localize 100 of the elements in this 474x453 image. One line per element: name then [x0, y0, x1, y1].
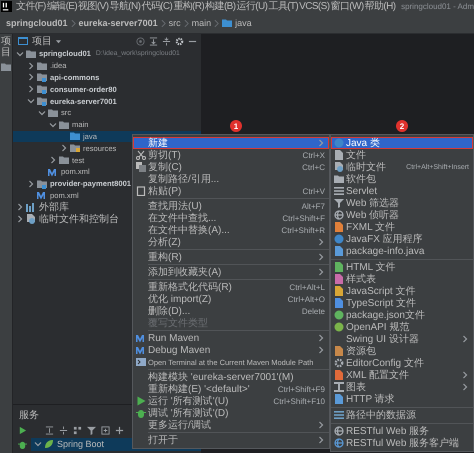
- chevron-right-icon[interactable]: [49, 156, 57, 164]
- menu-item[interactable]: Run Maven: [133, 332, 329, 344]
- menu-item[interactable]: 重新构建(E) '<default>' Ctrl+Shift+F9: [133, 383, 329, 395]
- breadcrumb-item[interactable]: java: [235, 18, 252, 28]
- menu-item[interactable]: Web 侦听器: [331, 209, 473, 221]
- collapse-all-icon[interactable]: [162, 36, 171, 46]
- chevron-right-icon[interactable]: [317, 253, 325, 261]
- chevron-right-icon[interactable]: [317, 421, 325, 429]
- chevron-down-icon[interactable]: [38, 108, 46, 117]
- menu-item[interactable]: 图表: [331, 381, 473, 393]
- menu-item[interactable]: 样式表: [331, 273, 473, 285]
- chevron-right-icon[interactable]: [461, 371, 469, 379]
- run-icon[interactable]: [18, 426, 27, 435]
- project-tool-tab[interactable]: 项目: [1, 36, 11, 58]
- breadcrumb-item[interactable]: src: [168, 18, 181, 28]
- menu-item[interactable]: Web 筛选器: [331, 197, 473, 209]
- menu-item[interactable]: 调试 '所有测试'(D): [133, 407, 329, 419]
- settings-icon[interactable]: [175, 36, 184, 46]
- chevron-right-icon[interactable]: [60, 144, 68, 152]
- menu-item[interactable]: 查找用法(U) Alt+F7: [133, 200, 329, 212]
- menu-item[interactable]: TypeScript 文件: [331, 297, 473, 309]
- chevron-down-icon[interactable]: [49, 120, 57, 129]
- chevron-right-icon[interactable]: [317, 238, 325, 246]
- menu-item[interactable]: package.json文件: [331, 309, 473, 321]
- chevron-down-icon[interactable]: [16, 50, 24, 58]
- chevron-right-icon[interactable]: [317, 334, 325, 342]
- menu-item[interactable]: 重构(R): [133, 251, 329, 263]
- menu-item[interactable]: RESTful Web 服务: [331, 425, 473, 437]
- menu-bar-item[interactable]: 视图(V): [78, 0, 108, 12]
- chevron-right-icon[interactable]: [27, 62, 35, 70]
- menu-item[interactable]: 资源包: [331, 345, 473, 357]
- menu-item[interactable]: HTTP 请求: [331, 393, 473, 405]
- menu-bar-item[interactable]: 编辑(E): [46, 0, 78, 12]
- chevron-down-icon[interactable]: [27, 97, 35, 106]
- layout-icon[interactable]: [101, 426, 110, 435]
- funnel-icon[interactable]: [87, 426, 96, 435]
- chevron-right-icon[interactable]: [27, 85, 35, 94]
- menu-bar-item[interactable]: 构建(B): [205, 0, 236, 12]
- menu-item[interactable]: RESTful Web 服务客户端: [331, 437, 473, 449]
- menu-bar-item[interactable]: 导航(N): [109, 0, 140, 12]
- menu-item[interactable]: Servlet: [331, 185, 473, 197]
- menu-bar-item[interactable]: 帮助(H): [364, 0, 396, 12]
- menu-bar-item[interactable]: 代码(C): [141, 0, 172, 12]
- menu-item[interactable]: 粘贴(P) Ctrl+V: [133, 185, 329, 197]
- menu-item[interactable]: JavaScript 文件: [331, 285, 473, 297]
- chevron-right-icon[interactable]: [317, 268, 325, 276]
- menu-item[interactable]: Debug Maven: [133, 344, 329, 356]
- debug-icon[interactable]: [18, 440, 27, 448]
- menu-item[interactable]: OpenAPI 规范: [331, 321, 473, 333]
- chevron-right-icon[interactable]: [317, 436, 325, 444]
- add-icon[interactable]: [115, 426, 124, 435]
- breadcrumb-item[interactable]: main: [192, 18, 212, 28]
- chevron-down-icon[interactable]: [34, 440, 42, 448]
- chevron-right-icon[interactable]: [461, 383, 469, 391]
- menu-item[interactable]: 复制(C) Ctrl+C: [133, 161, 329, 173]
- collapse-all-icon[interactable]: [59, 426, 68, 435]
- menu-item[interactable]: 新建: [133, 137, 329, 149]
- menu-item[interactable]: 分析(Z): [133, 236, 329, 248]
- target-icon[interactable]: [136, 36, 145, 46]
- menu-bar-item[interactable]: 重构(R): [173, 0, 204, 12]
- menu-bar-item[interactable]: VCS(S): [299, 0, 330, 12]
- menu-item[interactable]: 构建模块 'eureka-server7001'(M): [133, 371, 329, 383]
- menu-bar-item[interactable]: 文件(F): [16, 0, 46, 12]
- menu-item[interactable]: 添加到收藏夹(A): [133, 266, 329, 278]
- menu-bar-item[interactable]: 窗口(W): [330, 0, 364, 12]
- menu-item[interactable]: Swing UI 设计器: [331, 333, 473, 345]
- menu-item[interactable]: 文件: [331, 149, 473, 161]
- menu-item[interactable]: Java 类: [331, 137, 473, 149]
- view-selector[interactable]: 项目: [32, 34, 62, 48]
- menu-item[interactable]: 软件包: [331, 173, 473, 185]
- menu-item[interactable]: 更多运行/调试: [133, 419, 329, 431]
- menu-item[interactable]: JavaFX 应用程序: [331, 233, 473, 245]
- breadcrumb-item[interactable]: eureka-server7001: [78, 18, 158, 28]
- group-icon[interactable]: [73, 426, 82, 435]
- menu-item[interactable]: 重新格式化代码(R) Ctrl+Alt+L: [133, 281, 329, 293]
- menu-bar-item[interactable]: 工具(T): [268, 0, 298, 12]
- expand-all-icon[interactable]: [45, 426, 54, 435]
- folder-icon: [59, 155, 69, 166]
- menu-item[interactable]: 优化 import(Z) Ctrl+Alt+O: [133, 293, 329, 305]
- chevron-right-icon[interactable]: [27, 73, 35, 82]
- chevron-right-icon[interactable]: [461, 335, 469, 343]
- chevron-right-icon[interactable]: [27, 180, 35, 188]
- menu-item[interactable]: 在文件中查找... Ctrl+Shift+F: [133, 212, 329, 224]
- menu-item[interactable]: 路径中的数据源: [331, 409, 473, 421]
- menu-item[interactable]: XML 配置文件: [331, 369, 473, 381]
- chevron-right-icon[interactable]: [317, 346, 325, 354]
- menu-item[interactable]: HTML 文件: [331, 261, 473, 273]
- menu-item[interactable]: package-info.java: [331, 245, 473, 257]
- chevron-right-icon[interactable]: [16, 203, 24, 212]
- menu-item[interactable]: EditorConfig 文件: [331, 357, 473, 369]
- menu-item[interactable]: 复制路径/引用...: [133, 173, 329, 185]
- menu-bar-item[interactable]: 运行(U): [236, 0, 268, 12]
- expand-all-icon[interactable]: [149, 36, 158, 46]
- menu-item[interactable]: 剪切(T) Ctrl+X: [133, 149, 329, 161]
- menu-item[interactable]: 运行 '所有测试'(U) Ctrl+Shift+F10: [133, 395, 329, 407]
- chevron-right-icon[interactable]: [16, 215, 24, 224]
- menu-item[interactable]: 在文件中替换(A)... Ctrl+Shift+R: [133, 224, 329, 236]
- menu-item[interactable]: FXML 文件: [331, 221, 473, 233]
- menu-item[interactable]: 删除(D)... Delete: [133, 305, 329, 317]
- breadcrumb-item[interactable]: springcloud01: [6, 18, 68, 28]
